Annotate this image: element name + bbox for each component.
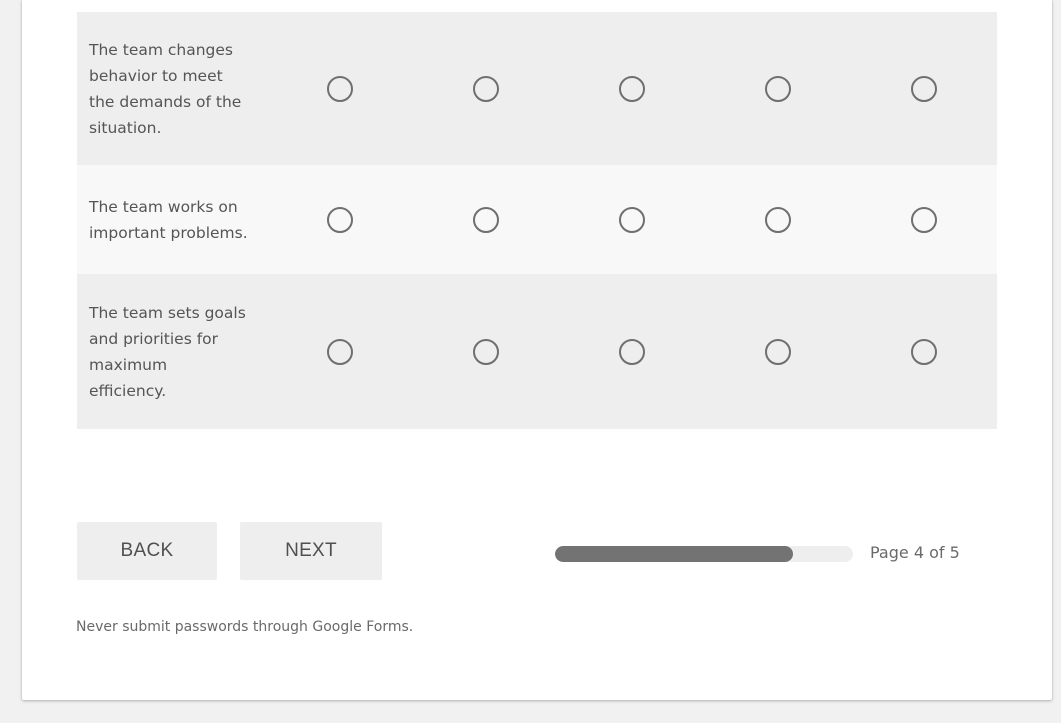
radio-option-2[interactable] bbox=[473, 338, 499, 365]
next-button[interactable]: NEXT bbox=[240, 522, 382, 580]
radio-cell bbox=[851, 338, 997, 365]
radio-option-1[interactable] bbox=[327, 206, 353, 233]
password-disclaimer: Never submit passwords through Google Fo… bbox=[76, 619, 414, 635]
radio-option-4[interactable] bbox=[765, 75, 791, 102]
radio-option-1[interactable] bbox=[327, 338, 353, 365]
radio-cell bbox=[413, 206, 559, 233]
radio-cell bbox=[267, 338, 413, 365]
progress-bar-fill bbox=[555, 546, 794, 562]
radio-cell bbox=[851, 206, 997, 233]
radio-cell bbox=[413, 338, 559, 365]
grid-row-label: The team changes behavior to meet the de… bbox=[89, 40, 242, 137]
choice-grid: The team changes behavior to meet the de… bbox=[77, 12, 997, 429]
radio-option-5[interactable] bbox=[911, 338, 937, 365]
grid-row: The team changes behavior to meet the de… bbox=[77, 12, 997, 165]
form-card: The team changes behavior to meet the de… bbox=[22, 0, 1052, 700]
radio-option-1[interactable] bbox=[327, 75, 353, 102]
radio-option-3[interactable] bbox=[619, 75, 645, 102]
back-button[interactable]: BACK bbox=[77, 522, 217, 580]
radio-option-5[interactable] bbox=[911, 206, 937, 233]
page-indicator: Page 4 of 5 bbox=[870, 543, 960, 562]
radio-cell bbox=[413, 75, 559, 102]
radio-cell bbox=[705, 206, 851, 233]
radio-cell bbox=[559, 75, 705, 102]
progress-bar bbox=[555, 546, 853, 562]
radio-option-4[interactable] bbox=[765, 338, 791, 365]
radio-option-2[interactable] bbox=[473, 75, 499, 102]
radio-option-5[interactable] bbox=[911, 75, 937, 102]
radio-option-3[interactable] bbox=[619, 338, 645, 365]
radio-option-2[interactable] bbox=[473, 206, 499, 233]
radio-cell bbox=[267, 75, 413, 102]
grid-row-label: The team sets goals and priorities for m… bbox=[89, 303, 246, 400]
radio-cell bbox=[705, 75, 851, 102]
grid-row: The team works on important problems. bbox=[77, 165, 997, 274]
radio-cell bbox=[559, 338, 705, 365]
grid-row: The team sets goals and priorities for m… bbox=[77, 274, 997, 429]
radio-option-3[interactable] bbox=[619, 206, 645, 233]
radio-cell bbox=[559, 206, 705, 233]
radio-option-4[interactable] bbox=[765, 206, 791, 233]
radio-cell bbox=[851, 75, 997, 102]
grid-row-label: The team works on important problems. bbox=[89, 197, 248, 242]
radio-cell bbox=[705, 338, 851, 365]
radio-cell bbox=[267, 206, 413, 233]
